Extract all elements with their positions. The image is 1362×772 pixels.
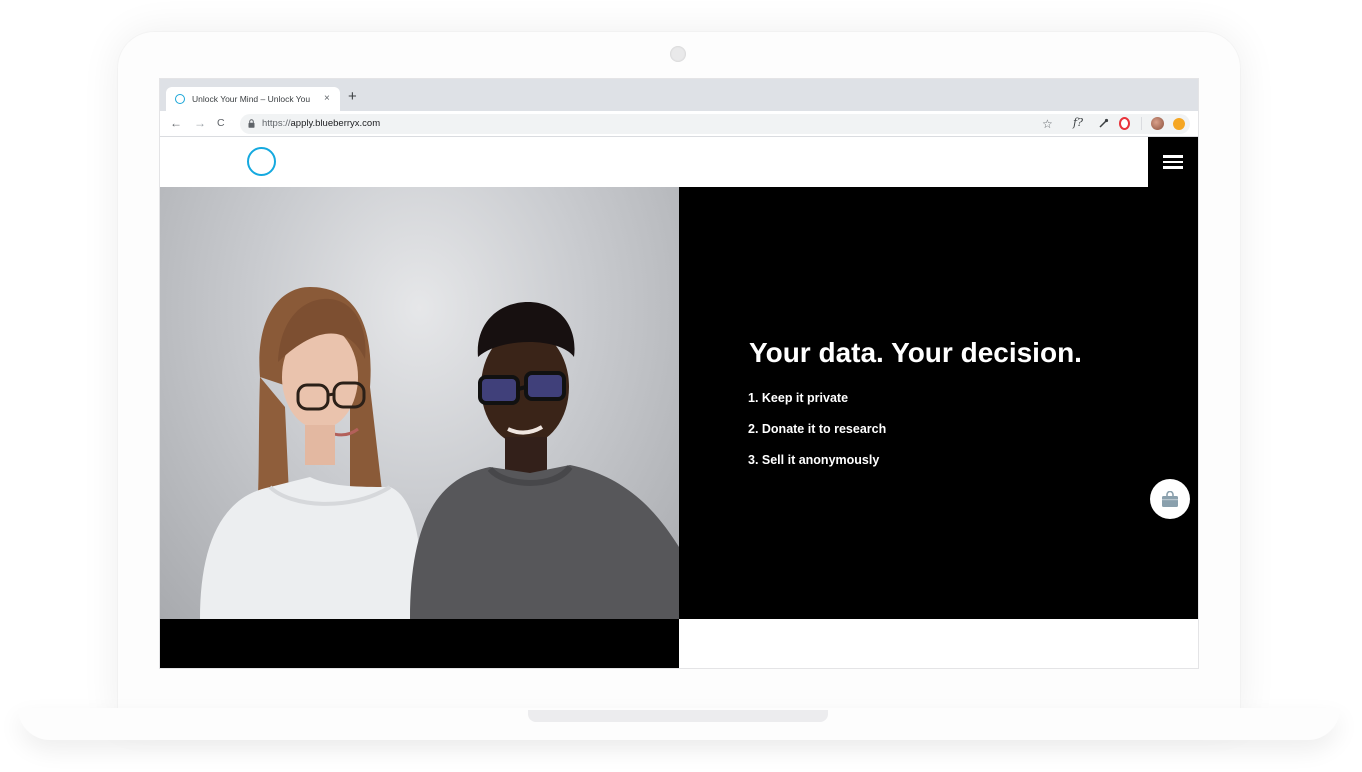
address-bar[interactable]: https://apply.blueberryx.com ☆ <box>240 114 1190 134</box>
hero-headline: Your data. Your decision. <box>749 337 1082 368</box>
menu-icon-bar <box>1163 166 1183 169</box>
shopping-bag-icon <box>1162 490 1178 507</box>
hero-photo <box>160 187 679 619</box>
url-host: apply.blueberryx.com <box>290 118 381 129</box>
back-button[interactable]: ← <box>170 116 182 130</box>
decision-options-list: 1. Keep it private 2. Donate it to resea… <box>748 390 886 483</box>
laptop-base-notch <box>528 710 828 722</box>
opera-extension-icon[interactable] <box>1119 117 1130 130</box>
reload-button[interactable]: C <box>217 116 225 130</box>
shopping-bag-button[interactable] <box>1150 479 1190 519</box>
new-tab-button[interactable]: + <box>348 89 357 105</box>
logo-icon[interactable] <box>247 147 276 176</box>
font-extension-icon[interactable]: f? <box>1073 116 1083 130</box>
toolbar-divider <box>1141 117 1142 130</box>
menu-icon-bar <box>1163 160 1183 164</box>
url-scheme: https:// <box>262 118 291 129</box>
url-text: https://apply.blueberryx.com <box>262 118 380 129</box>
update-alert-icon[interactable] <box>1173 118 1185 130</box>
browser-toolbar: ← → C https://apply.blueberryx.com ☆ <box>160 111 1198 137</box>
hero-text-panel: Your data. Your decision. 1. Keep it pri… <box>679 187 1198 619</box>
profile-avatar[interactable] <box>1151 117 1164 130</box>
lock-icon <box>248 119 255 128</box>
eyedropper-extension-icon[interactable] <box>1098 118 1109 129</box>
hero-photo-illustration <box>200 287 679 619</box>
option-sell-anonymously: 3. Sell it anonymously <box>748 453 880 467</box>
site-header <box>160 137 1198 187</box>
browser-tab[interactable]: Unlock Your Mind – Unlock You × <box>166 87 340 111</box>
menu-button[interactable] <box>1148 137 1198 187</box>
star-icon[interactable]: ☆ <box>1042 117 1053 131</box>
footer-light-block <box>679 619 1198 668</box>
tab-strip: Unlock Your Mind – Unlock You × + <box>160 79 1198 111</box>
tab-favicon-icon <box>175 94 185 104</box>
screen: Unlock Your Mind – Unlock You × + ← → C … <box>159 78 1199 669</box>
tab-title: Unlock Your Mind – Unlock You <box>192 94 311 104</box>
forward-button[interactable]: → <box>194 116 206 130</box>
tab-close-button[interactable]: × <box>324 94 330 104</box>
footer-dark-block <box>160 619 679 668</box>
webcam <box>670 46 686 62</box>
option-keep-private: 1. Keep it private <box>748 391 849 405</box>
menu-icon-bar <box>1163 155 1183 158</box>
option-donate-research: 2. Donate it to research <box>748 422 887 436</box>
